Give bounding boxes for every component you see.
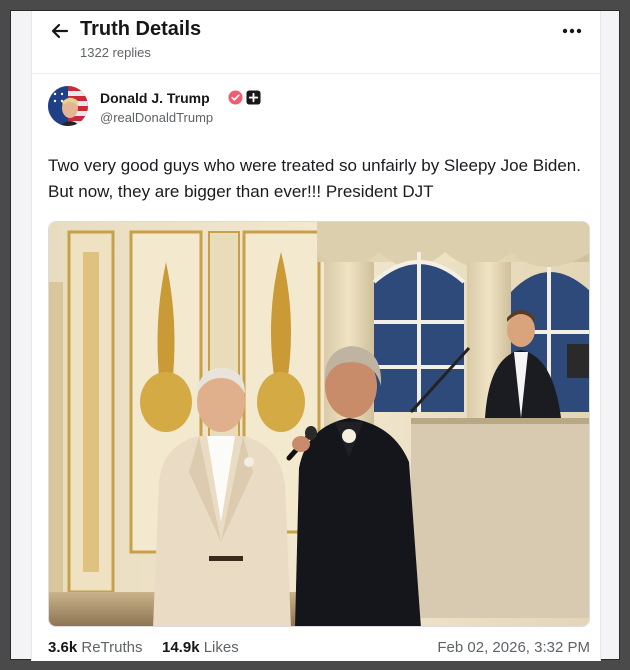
- page-header: Truth Details 1322 replies: [32, 11, 600, 73]
- post-text: Two very good guys who were treated so u…: [48, 156, 581, 201]
- avatar[interactable]: [48, 86, 88, 126]
- likes-count: 14.9k: [162, 639, 200, 656]
- retruths-count: 3.6k: [48, 639, 78, 656]
- retruths-label: ReTruths: [81, 639, 143, 656]
- reply-count: 1322 replies: [80, 45, 151, 60]
- photo-illustration: [49, 222, 589, 626]
- more-options-button[interactable]: [558, 17, 586, 45]
- author-name[interactable]: Donald J. Trump: [100, 90, 210, 106]
- likes-stat[interactable]: 14.9k Likes: [162, 639, 239, 656]
- more-horizontal-icon: [562, 28, 582, 34]
- likes-label: Likes: [203, 639, 239, 656]
- window-frame: Truth Details 1322 replies Donald J. Tru…: [10, 10, 620, 661]
- author-handle[interactable]: @realDonaldTrump: [100, 110, 213, 125]
- post-author: Donald J. Trump @realDonaldTrump: [48, 86, 588, 130]
- truth-detail-card: Truth Details 1322 replies Donald J. Tru…: [31, 11, 601, 661]
- back-button[interactable]: [48, 19, 72, 43]
- post-timestamp: Feb 02, 2026, 3:32 PM: [437, 639, 590, 656]
- retruths-stat[interactable]: 3.6k ReTruths: [48, 639, 143, 656]
- page-title: Truth Details: [80, 18, 202, 40]
- header-divider: [32, 73, 600, 74]
- verified-badge-icon: [228, 90, 243, 105]
- plus-badge-icon: [246, 90, 261, 105]
- post-image[interactable]: [48, 221, 590, 627]
- post-stats: 3.6k ReTruths 14.9k Likes Feb 02, 2026, …: [48, 639, 590, 659]
- arrow-left-icon: [51, 23, 69, 39]
